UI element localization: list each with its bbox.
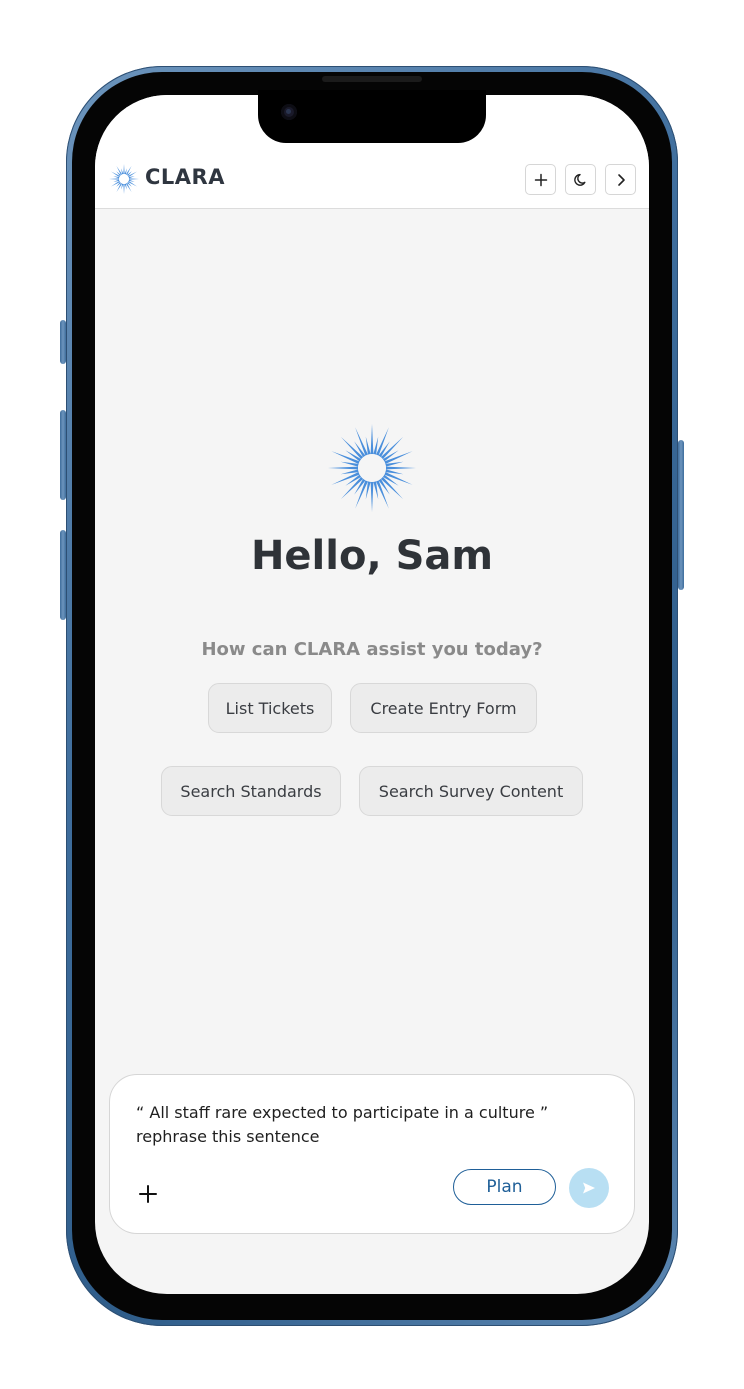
earpiece-speaker	[322, 76, 422, 82]
volume-down-button	[60, 530, 66, 620]
plan-button[interactable]: Plan	[453, 1169, 556, 1205]
greeting-title: Hello, Sam	[250, 533, 494, 579]
app-screen: CLARA Hello, Sam How can CLARA assist yo…	[95, 95, 649, 1294]
moon-icon	[573, 173, 585, 186]
collapse-panel-button[interactable]	[605, 164, 636, 195]
suggestion-search-survey-content[interactable]: Search Survey Content	[359, 766, 583, 816]
message-input[interactable]: “ All staff rare expected to participate…	[136, 1101, 606, 1149]
message-line-1: “ All staff rare expected to participate…	[136, 1103, 549, 1122]
assist-subtitle: How can CLARA assist you today?	[201, 639, 543, 660]
new-chat-button[interactable]	[525, 164, 556, 195]
attach-plus-icon[interactable]	[136, 1182, 160, 1206]
suggestion-list-tickets[interactable]: List Tickets	[208, 683, 332, 733]
power-button	[678, 440, 684, 590]
clara-logo-icon	[109, 164, 139, 194]
suggestion-create-entry-form[interactable]: Create Entry Form	[350, 683, 537, 733]
clara-burst-icon	[328, 424, 416, 512]
send-icon	[583, 1182, 595, 1194]
brand-name: CLARA	[145, 165, 225, 189]
theme-toggle-button[interactable]	[565, 164, 596, 195]
volume-up-button	[60, 410, 66, 500]
front-camera	[281, 104, 297, 120]
message-line-2: rephrase this sentence	[136, 1127, 320, 1146]
plus-icon	[534, 173, 547, 186]
chevron-right-icon	[617, 173, 625, 186]
suggestion-search-standards[interactable]: Search Standards	[161, 766, 341, 816]
message-composer[interactable]: “ All staff rare expected to participate…	[109, 1074, 635, 1234]
send-button[interactable]	[569, 1168, 609, 1208]
silent-switch	[60, 320, 66, 364]
